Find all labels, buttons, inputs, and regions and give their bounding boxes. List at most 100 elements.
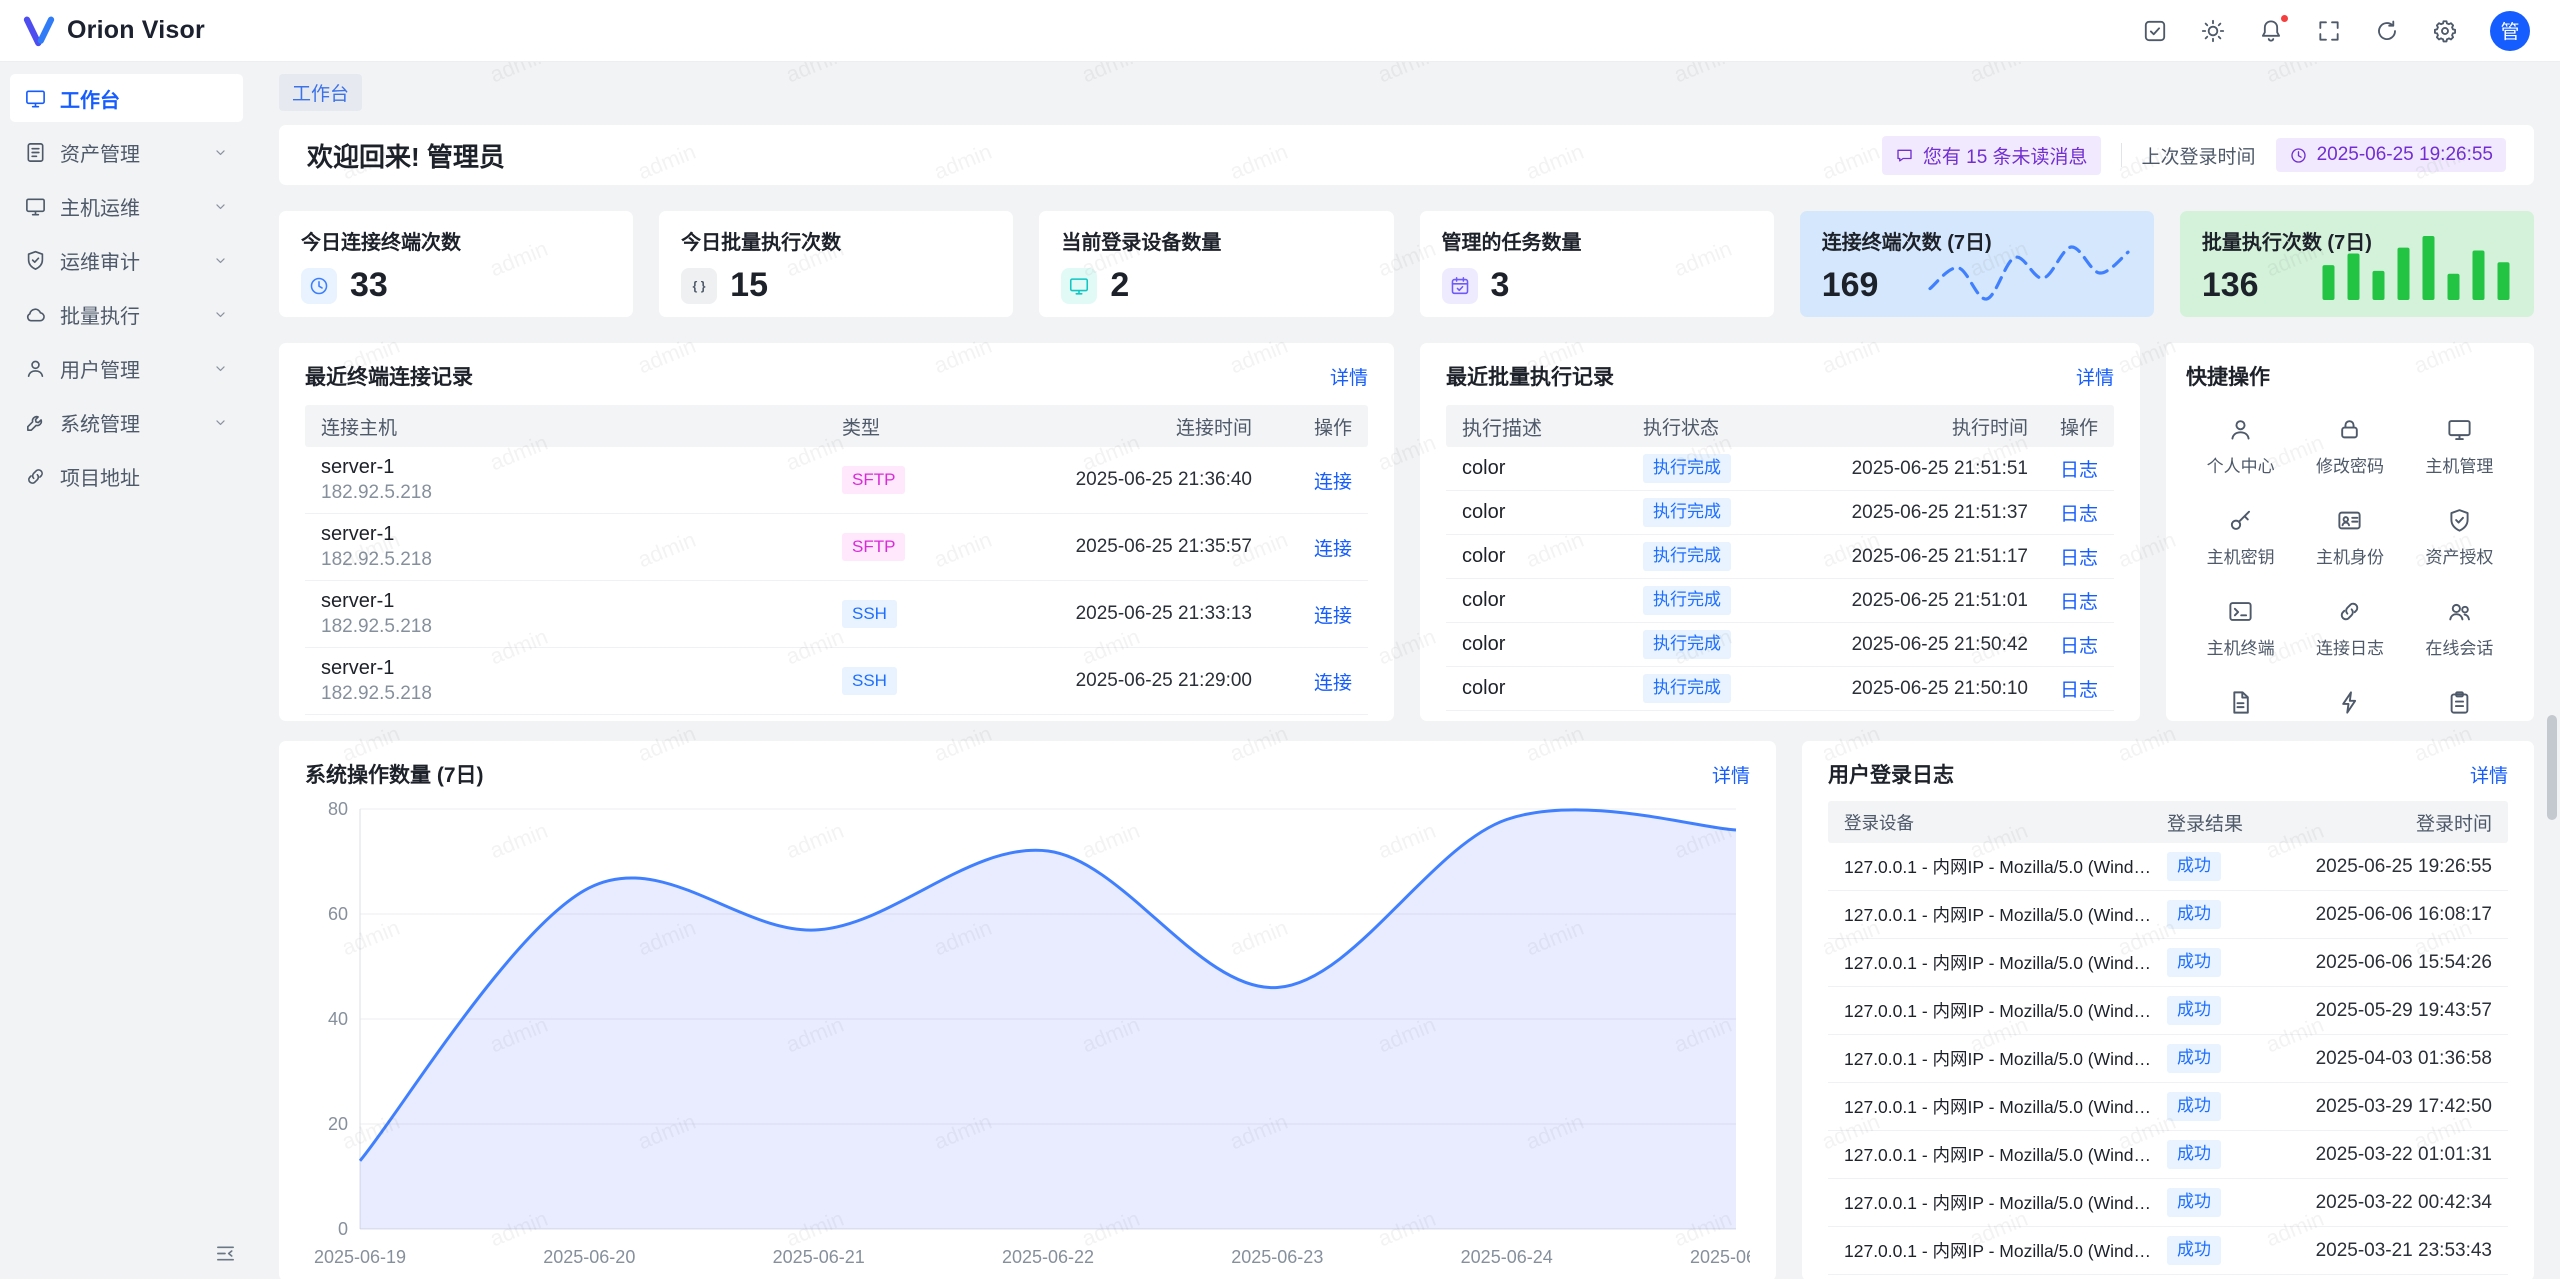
- login-table-body: 127.0.0.1 - 内网IP - Mozilla/5.0 (Windows …: [1828, 843, 2508, 1275]
- login-time: 2025-06-06 15:54:26: [2277, 952, 2492, 974]
- connect-link[interactable]: 连接: [1314, 472, 1352, 493]
- login-result-tag: 成功: [2167, 1044, 2221, 1072]
- quick-action-file-operation-logs[interactable]: 文件操作日志: [2186, 674, 2295, 721]
- sidebar-item-user-management[interactable]: 用户管理: [10, 344, 243, 392]
- stat-value: 136: [2202, 266, 2259, 305]
- scrollbar-thumb[interactable]: [2547, 715, 2557, 820]
- sidebar-item-label: 系统管理: [60, 408, 140, 437]
- chevron-down-icon: [212, 252, 229, 269]
- quick-action-host-identity[interactable]: 主机身份: [2295, 492, 2404, 583]
- quick-action-label: 修改密码: [2316, 452, 2384, 477]
- execution-status-tag: 执行完成: [1643, 542, 1731, 570]
- stat-value: 2: [1110, 266, 1129, 305]
- connect-link[interactable]: 连接: [1314, 673, 1352, 694]
- connect-link[interactable]: 连接: [1314, 539, 1352, 560]
- quick-action-execution-logs[interactable]: 执行日志: [2405, 674, 2514, 721]
- column-header: 连接时间: [972, 413, 1252, 440]
- login-time: 2025-03-21 23:53:43: [2277, 1240, 2492, 1262]
- stat-card-today-batch-executions: 今日批量执行次数{ }15: [659, 211, 1013, 317]
- sidebar-item-label: 用户管理: [60, 354, 140, 383]
- login-device: 127.0.0.1 - 内网IP - Mozilla/5.0 (Windows …: [1844, 998, 2167, 1023]
- notifications-bell-icon[interactable]: [2258, 18, 2284, 44]
- quick-action-connection-logs[interactable]: 连接日志: [2295, 583, 2404, 674]
- terminal-record-row: server-1182.92.5.218SFTP2025-06-25 21:35…: [305, 514, 1368, 581]
- batch-record-row: color执行完成2025-06-25 21:50:42日志: [1446, 623, 2114, 667]
- welcome-meta: 您有 15 条未读消息 上次登录时间 2025-06-25 19:26:55: [1882, 136, 2506, 175]
- logo-icon: [22, 14, 56, 48]
- quick-action-profile[interactable]: 个人中心: [2186, 401, 2295, 492]
- log-link[interactable]: 日志: [2060, 460, 2098, 481]
- execution-time: 2025-06-25 21:51:01: [1793, 590, 2028, 612]
- sidebar-item-batch-execution[interactable]: 批量执行: [10, 290, 243, 338]
- monitor-icon: [2446, 416, 2473, 443]
- host-name: server-1: [321, 523, 842, 546]
- execution-time: 2025-06-25 21:51:51: [1793, 458, 2028, 480]
- todo-check-icon[interactable]: [2142, 18, 2168, 44]
- sidebar-item-asset-management[interactable]: 资产管理: [10, 128, 243, 176]
- column-header: 操作: [2028, 413, 2098, 440]
- quick-action-label: 主机管理: [2425, 452, 2493, 477]
- idcard-icon: [2336, 507, 2363, 534]
- settings-gear-icon[interactable]: [2432, 18, 2458, 44]
- theme-brightness-icon[interactable]: [2200, 18, 2226, 44]
- last-login-time-text: 2025-06-25 19:26:55: [2317, 144, 2493, 166]
- system-ops-detail-link[interactable]: 详情: [1712, 761, 1750, 788]
- watermark-text: admin: [253, 1012, 256, 1059]
- user-avatar[interactable]: 管: [2490, 11, 2530, 51]
- notification-badge: [2279, 13, 2290, 24]
- host-ip: 182.92.5.218: [321, 616, 842, 638]
- login-result-tag: 成功: [2167, 948, 2221, 976]
- host-name: server-1: [321, 456, 842, 479]
- sidebar-collapse-button[interactable]: [214, 1242, 237, 1265]
- sidebar-item-system-management[interactable]: 系统管理: [10, 398, 243, 446]
- breadcrumb-item-workbench[interactable]: 工作台: [279, 74, 362, 111]
- sidebar-item-ops-audit[interactable]: 运维审计: [10, 236, 243, 284]
- login-time: 2025-04-03 01:36:58: [2277, 1048, 2492, 1070]
- execution-description: color: [1462, 589, 1643, 612]
- cloud-icon: [24, 303, 47, 326]
- quick-action-host-keys[interactable]: 主机密钥: [2186, 492, 2295, 583]
- quick-action-host-management[interactable]: 主机管理: [2405, 401, 2514, 492]
- system-ops-area-chart: 0204060802025-06-192025-06-202025-06-212…: [305, 795, 1750, 1275]
- log-link[interactable]: 日志: [2060, 548, 2098, 569]
- quick-action-command-execution[interactable]: 命令执行: [2295, 674, 2404, 721]
- fullscreen-icon[interactable]: [2316, 18, 2342, 44]
- log-link[interactable]: 日志: [2060, 680, 2098, 701]
- log-link[interactable]: 日志: [2060, 504, 2098, 525]
- welcome-banner: 欢迎回来! 管理员 您有 15 条未读消息 上次登录时间 2025-06-25 …: [279, 125, 2534, 185]
- execution-status-tag: 执行完成: [1643, 498, 1731, 526]
- sidebar-item-workbench[interactable]: 工作台: [10, 74, 243, 122]
- quick-action-host-terminal[interactable]: 主机终端: [2186, 583, 2295, 674]
- sidebar-item-project-link[interactable]: 项目地址: [10, 452, 243, 500]
- terminal-records-detail-link[interactable]: 详情: [1330, 363, 1368, 390]
- svg-text:2025-06-25: 2025-06-25: [1690, 1247, 1750, 1267]
- watermark-text: admin: [253, 818, 256, 865]
- execution-description: color: [1462, 457, 1643, 480]
- login-logs-detail-link[interactable]: 详情: [2470, 761, 2508, 788]
- logo[interactable]: Orion Visor: [22, 14, 205, 48]
- batch-table-header: 执行描述执行状态执行时间操作: [1446, 405, 2114, 447]
- log-link[interactable]: 日志: [2060, 636, 2098, 657]
- calendar-icon: [1442, 268, 1478, 304]
- terminal-icon: [2227, 598, 2254, 625]
- login-device: 127.0.0.1 - 内网IP - Mozilla/5.0 (Windows …: [1844, 1094, 2167, 1119]
- link-icon: [24, 465, 47, 488]
- stat-label: 今日连接终端次数: [301, 226, 611, 255]
- svg-text:2025-06-19: 2025-06-19: [314, 1247, 406, 1267]
- connect-link[interactable]: 连接: [1314, 606, 1352, 627]
- main-content: 工作台 欢迎回来! 管理员 您有 15 条未读消息 上次登录时间 2025-06…: [253, 62, 2560, 1279]
- sidebar-item-host-operations[interactable]: 主机运维: [10, 182, 243, 230]
- quick-action-online-sessions[interactable]: 在线会话: [2405, 583, 2514, 674]
- unread-messages-tag[interactable]: 您有 15 条未读消息: [1882, 136, 2101, 175]
- log-link[interactable]: 日志: [2060, 592, 2098, 613]
- quick-action-label: 个人中心: [2207, 452, 2275, 477]
- svg-text:2025-06-22: 2025-06-22: [1002, 1247, 1094, 1267]
- execution-description: color: [1462, 545, 1643, 568]
- login-result-tag: 成功: [2167, 1236, 2221, 1264]
- login-log-row: 127.0.0.1 - 内网IP - Mozilla/5.0 (Windows …: [1828, 843, 2508, 891]
- batch-records-detail-link[interactable]: 详情: [2076, 363, 2114, 390]
- login-device: 127.0.0.1 - 内网IP - Mozilla/5.0 (Windows …: [1844, 1046, 2167, 1071]
- quick-action-change-password[interactable]: 修改密码: [2295, 401, 2404, 492]
- quick-action-asset-authorization[interactable]: 资产授权: [2405, 492, 2514, 583]
- refresh-icon[interactable]: [2374, 18, 2400, 44]
